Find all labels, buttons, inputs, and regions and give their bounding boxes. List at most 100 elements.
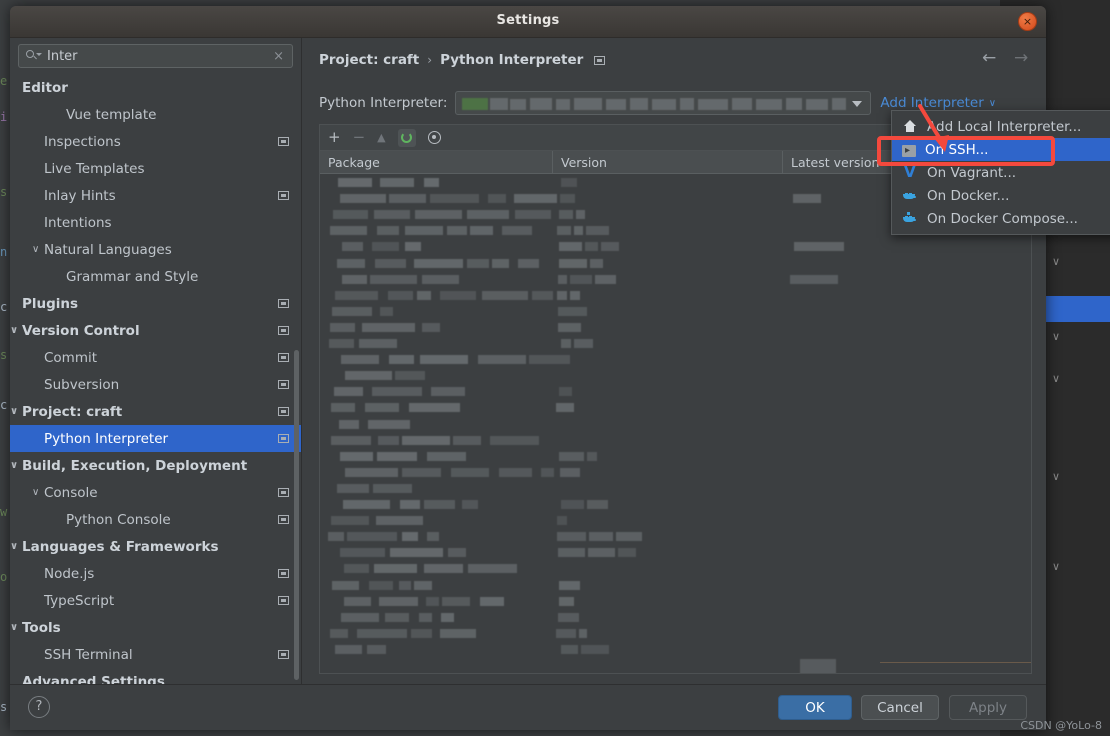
home-icon bbox=[902, 119, 918, 134]
settings-sync-badge-icon bbox=[278, 569, 289, 578]
sidebar-item-node-js[interactable]: Node.js bbox=[10, 560, 301, 587]
redacted-cell bbox=[576, 210, 585, 220]
chevron-down-icon[interactable] bbox=[10, 326, 18, 336]
ok-button[interactable]: OK bbox=[778, 695, 852, 720]
redacted-cell bbox=[532, 290, 553, 300]
sidebar-item-project-craft[interactable]: Project: craft bbox=[10, 398, 301, 425]
add-interpreter-menu[interactable]: Add Local Interpreter... On SSH... On Vagr… bbox=[891, 110, 1110, 235]
redacted-cell bbox=[616, 532, 642, 542]
sidebar-item-advanced-settings[interactable]: Advanced Settings bbox=[10, 668, 301, 685]
sidebar-item-console[interactable]: Console bbox=[10, 479, 301, 506]
sidebar-item-inspections[interactable]: Inspections bbox=[10, 128, 301, 155]
sidebar-item-subversion[interactable]: Subversion bbox=[10, 371, 301, 398]
redacted-cell bbox=[372, 387, 422, 397]
sidebar-item-label: Tools bbox=[22, 619, 61, 636]
close-icon[interactable]: × bbox=[1018, 12, 1037, 31]
redacted-cell bbox=[402, 532, 418, 542]
redacted-cell bbox=[345, 467, 398, 477]
cancel-button[interactable]: Cancel bbox=[861, 695, 939, 720]
chevron-down-icon[interactable] bbox=[10, 542, 18, 552]
redacted-cell bbox=[514, 194, 557, 204]
column-header-version[interactable]: Version bbox=[552, 151, 782, 173]
search-input-value: Inter bbox=[47, 48, 78, 64]
sidebar-item-live-templates[interactable]: Live Templates bbox=[10, 155, 301, 182]
chevron-down-icon[interactable] bbox=[10, 407, 18, 417]
sidebar-item-tools[interactable]: Tools bbox=[10, 614, 301, 641]
redacted-cell bbox=[541, 467, 554, 477]
sidebar-item-natural-languages[interactable]: Natural Languages bbox=[10, 236, 301, 263]
redacted-cell bbox=[345, 371, 392, 381]
sidebar-item-python-interpreter[interactable]: Python Interpreter bbox=[10, 425, 301, 452]
redacted-cell bbox=[328, 532, 344, 542]
add-interpreter-button[interactable]: Add Interpreter ∨ bbox=[880, 95, 996, 111]
redacted-cell bbox=[515, 210, 551, 220]
redacted-cell bbox=[400, 500, 420, 509]
redacted-cell bbox=[333, 210, 368, 220]
sidebar-item-build-execution-deployment[interactable]: Build, Execution, Deployment bbox=[10, 452, 301, 479]
sidebar-item-vue-template[interactable]: Vue template bbox=[10, 101, 301, 128]
sidebar-item-version-control[interactable]: Version Control bbox=[10, 317, 301, 344]
redacted-cell bbox=[557, 226, 571, 236]
sidebar-item-ssh-terminal[interactable]: SSH Terminal bbox=[10, 641, 301, 668]
menu-item-on-vagrant[interactable]: On Vagrant... bbox=[892, 161, 1110, 184]
column-header-package[interactable]: Package bbox=[320, 151, 552, 173]
sidebar-item-commit[interactable]: Commit bbox=[10, 344, 301, 371]
settings-tree[interactable]: Editor Vue template Inspections Live Templa… bbox=[10, 74, 301, 684]
redacted-cell bbox=[379, 596, 418, 606]
redacted-cell bbox=[488, 194, 506, 204]
breadcrumb-root[interactable]: Project: craft bbox=[319, 52, 419, 68]
editor-fold-chevron-icon: ∨ bbox=[1052, 330, 1061, 343]
sidebar-item-label: Node.js bbox=[44, 565, 95, 582]
redacted-cell bbox=[342, 242, 363, 252]
menu-item-on-ssh[interactable]: On SSH... bbox=[892, 138, 1110, 161]
nav-forward-icon[interactable]: → bbox=[1014, 50, 1028, 67]
interpreter-select[interactable] bbox=[455, 91, 872, 115]
redacted-cell bbox=[557, 516, 567, 526]
help-button[interactable]: ? bbox=[28, 696, 50, 718]
sidebar-item-typescript[interactable]: TypeScript bbox=[10, 587, 301, 614]
menu-item-on-docker-compose[interactable]: On Docker Compose... bbox=[892, 207, 1110, 230]
sidebar-item-grammar-and-style[interactable]: Grammar and Style bbox=[10, 263, 301, 290]
sidebar-scrollbar[interactable] bbox=[294, 350, 299, 680]
menu-item-on-docker[interactable]: On Docker... bbox=[892, 184, 1110, 207]
clear-search-icon[interactable]: × bbox=[273, 50, 284, 63]
chevron-down-icon[interactable] bbox=[10, 623, 18, 633]
chevron-down-icon[interactable] bbox=[32, 245, 39, 255]
sidebar-item-plugins[interactable]: Plugins bbox=[10, 290, 301, 317]
redacted-cell bbox=[480, 596, 504, 606]
sidebar-item-languages-frameworks[interactable]: Languages & Frameworks bbox=[10, 533, 301, 560]
sidebar-item-editor[interactable]: Editor bbox=[10, 74, 301, 101]
redacted-text bbox=[606, 99, 627, 110]
redacted-cell bbox=[462, 500, 478, 509]
upgrade-package-button[interactable]: ▲ bbox=[377, 132, 385, 143]
redacted-cell bbox=[422, 322, 440, 332]
chevron-down-icon[interactable] bbox=[10, 461, 18, 471]
packages-table-body[interactable] bbox=[320, 174, 1031, 673]
redacted-cell bbox=[430, 194, 479, 204]
nav-back-icon[interactable]: ← bbox=[982, 50, 996, 67]
redacted-cell bbox=[402, 467, 441, 477]
redacted-cell bbox=[518, 258, 539, 268]
refresh-icon[interactable] bbox=[397, 128, 416, 147]
apply-button[interactable]: Apply bbox=[949, 695, 1027, 720]
redacted-cell bbox=[334, 387, 363, 397]
search-input[interactable]: Inter × bbox=[18, 44, 293, 68]
sidebar-item-intentions[interactable]: Intentions bbox=[10, 209, 301, 236]
sidebar-item-python-console[interactable]: Python Console bbox=[10, 506, 301, 533]
chevron-down-icon bbox=[852, 101, 863, 107]
redacted-cell bbox=[340, 451, 373, 461]
add-package-button[interactable]: + bbox=[328, 130, 341, 145]
eye-icon[interactable] bbox=[427, 131, 441, 144]
remove-package-button[interactable]: − bbox=[353, 130, 366, 145]
redacted-cell bbox=[420, 355, 468, 365]
redacted-cell bbox=[574, 226, 583, 236]
redacted-cell bbox=[337, 483, 369, 493]
redacted-cell bbox=[335, 644, 362, 654]
redacted-cell bbox=[342, 274, 367, 284]
redacted-text bbox=[786, 98, 803, 110]
sidebar-item-inlay-hints[interactable]: Inlay Hints bbox=[10, 182, 301, 209]
redacted-cell bbox=[357, 628, 407, 638]
sidebar-item-label: Python Console bbox=[66, 511, 171, 528]
chevron-down-icon[interactable] bbox=[32, 488, 39, 498]
menu-item-add-local-interpreter[interactable]: Add Local Interpreter... bbox=[892, 115, 1110, 138]
